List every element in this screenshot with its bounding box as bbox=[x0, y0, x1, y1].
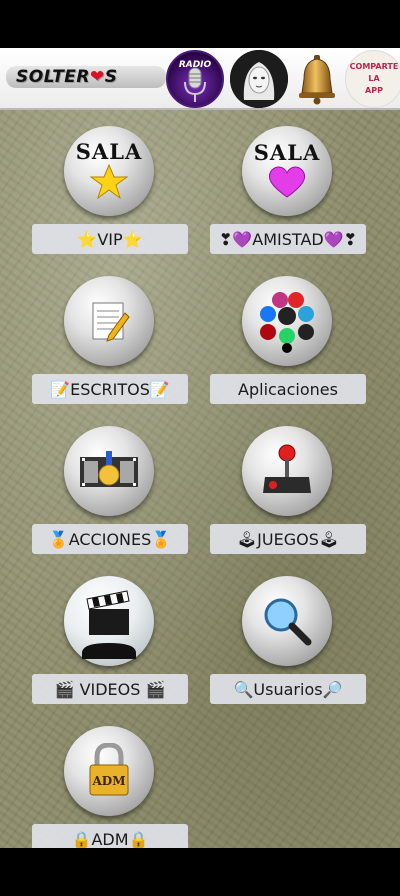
menu-label-amistad[interactable]: ❣💜AMISTAD💜❣ bbox=[210, 224, 366, 254]
app-logo: SOLTER❤S bbox=[6, 66, 166, 88]
status-bar bbox=[0, 0, 400, 48]
bell-icon bbox=[299, 55, 335, 105]
clapperboard-globe-icon bbox=[82, 590, 136, 659]
share-line-1: COMPARTE bbox=[349, 62, 399, 71]
menu-label-usuarios[interactable]: 🔍Usuarios🔎 bbox=[210, 674, 366, 704]
escritos-orb[interactable] bbox=[64, 276, 154, 366]
app-header: SOLTER❤S RADIO COMPARTE LA APP bbox=[0, 48, 400, 110]
acciones-orb[interactable] bbox=[64, 426, 154, 516]
menu-label-juegos[interactable]: 🕹JUEGOS🕹 bbox=[210, 524, 366, 554]
sala-vip-orb[interactable]: SALA bbox=[64, 126, 154, 216]
menu-tile-juegos[interactable]: 🕹JUEGOS🕹 bbox=[210, 426, 366, 556]
menu-tile-videos[interactable]: 🎬 VIDEOS 🎬 bbox=[32, 576, 188, 706]
sala-label: SALA bbox=[75, 138, 143, 164]
radio-button[interactable]: RADIO bbox=[166, 50, 224, 108]
joystick-icon bbox=[263, 444, 311, 493]
juegos-orb[interactable] bbox=[242, 426, 332, 516]
menu-label-escritos[interactable]: 📝ESCRITOS📝 bbox=[32, 374, 188, 404]
menu-tile-adm[interactable]: ADM 🔒ADM🔒 bbox=[32, 726, 188, 848]
avatar-portrait-icon bbox=[230, 50, 288, 108]
main-menu: SALA ⭐VIP⭐ SALA ❣💜AMISTAD💜❣ 📝ESCRITOS📝 A… bbox=[0, 110, 400, 848]
adm-orb[interactable]: ADM bbox=[64, 726, 154, 816]
menu-tile-amistad[interactable]: SALA ❣💜AMISTAD💜❣ bbox=[210, 126, 366, 256]
menu-label-aplicaciones[interactable]: Aplicaciones bbox=[210, 374, 366, 404]
menu-tile-aplicaciones[interactable]: Aplicaciones bbox=[210, 276, 366, 406]
profile-avatar[interactable] bbox=[230, 50, 288, 108]
sala-label: SALA bbox=[253, 139, 321, 165]
menu-label-vip[interactable]: ⭐VIP⭐ bbox=[32, 224, 188, 254]
notifications-button[interactable] bbox=[288, 50, 346, 108]
navigation-bar bbox=[0, 848, 400, 896]
menu-label-videos[interactable]: 🎬 VIDEOS 🎬 bbox=[32, 674, 188, 704]
aplicaciones-orb[interactable] bbox=[242, 276, 332, 366]
share-line-2: LA bbox=[368, 74, 380, 83]
film-medal-icon bbox=[80, 451, 138, 487]
menu-label-adm[interactable]: 🔒ADM🔒 bbox=[32, 824, 188, 848]
usuarios-orb[interactable] bbox=[242, 576, 332, 666]
padlock-icon bbox=[89, 743, 129, 796]
menu-label-acciones[interactable]: 🏅ACCIONES🏅 bbox=[32, 524, 188, 554]
share-line-3: APP bbox=[365, 86, 383, 95]
sala-amistad-orb[interactable]: SALA bbox=[242, 126, 332, 216]
notepad-icon bbox=[92, 302, 130, 342]
menu-tile-usuarios[interactable]: 🔍Usuarios🔎 bbox=[210, 576, 366, 706]
share-app-button[interactable]: COMPARTE LA APP bbox=[345, 50, 400, 108]
radio-label: RADIO bbox=[178, 60, 212, 70]
menu-tile-vip[interactable]: SALA ⭐VIP⭐ bbox=[32, 126, 188, 256]
star-icon bbox=[89, 163, 129, 199]
videos-orb[interactable] bbox=[64, 576, 154, 666]
microphone-icon bbox=[184, 67, 206, 102]
magnifier-icon bbox=[264, 598, 312, 646]
purple-heart-icon bbox=[268, 165, 306, 198]
menu-tile-escritos[interactable]: 📝ESCRITOS📝 bbox=[32, 276, 188, 406]
social-apps-icon bbox=[260, 292, 314, 353]
menu-tile-acciones[interactable]: 🏅ACCIONES🏅 bbox=[32, 426, 188, 556]
adm-orb-label: ADM bbox=[92, 774, 126, 788]
